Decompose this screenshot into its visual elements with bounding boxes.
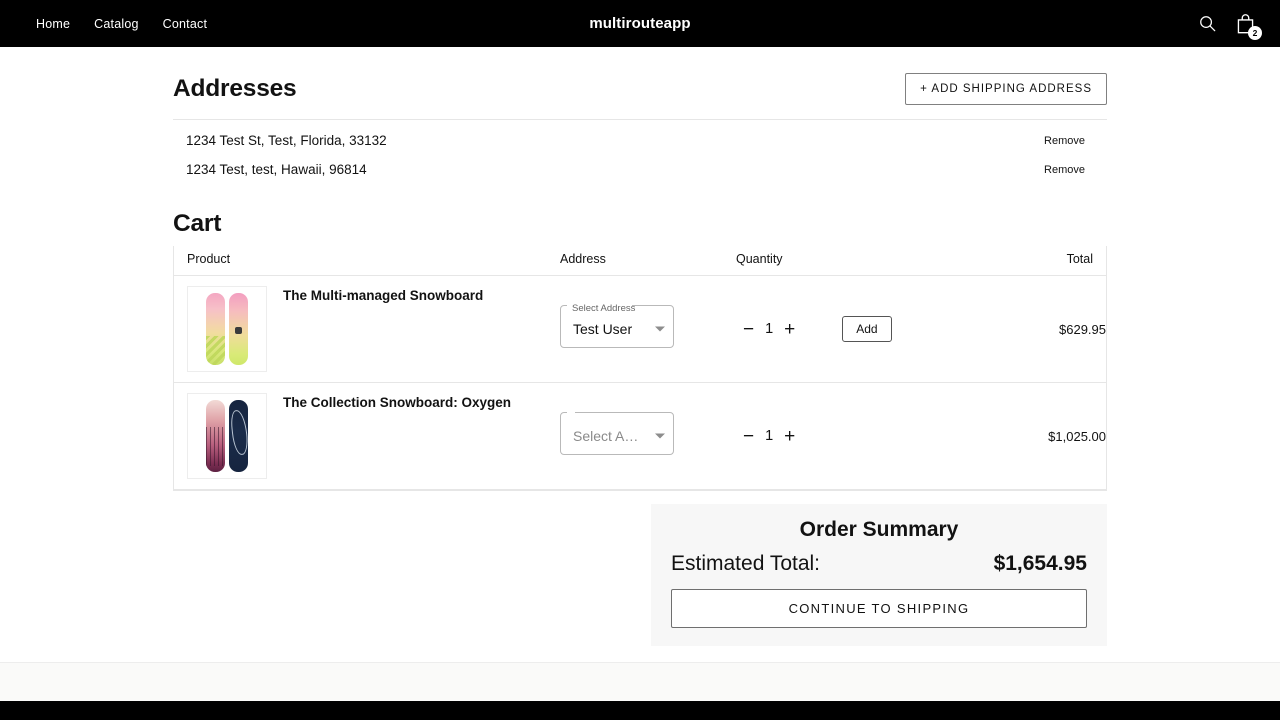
address-row: 1234 Test, test, Hawaii, 96814 Remove (173, 155, 1107, 184)
cart-table: Product Address Quantity Total The Multi… (174, 246, 1106, 490)
select-address-dropdown[interactable]: Select A… (560, 412, 674, 455)
snowboard-graphic (229, 293, 248, 365)
quantity-stepper: − 1 + (736, 427, 956, 446)
cart-table-wrapper: Product Address Quantity Total The Multi… (173, 246, 1107, 491)
order-summary-title: Order Summary (799, 518, 959, 541)
page-body: Addresses + ADD SHIPPING ADDRESS 1234 Te… (0, 47, 1280, 701)
add-shipping-address-button[interactable]: + ADD SHIPPING ADDRESS (905, 73, 1107, 105)
remove-address-button[interactable]: Remove (1044, 164, 1085, 176)
order-summary-panel: Order Summary Estimated Total: $1,654.95… (651, 504, 1107, 646)
product-cell: The Collection Snowboard: Oxygen (174, 382, 560, 490)
pre-footer-band (0, 662, 1280, 701)
table-row: The Collection Snowboard: Oxygen Select … (174, 382, 1106, 490)
snowboard-graphic (229, 400, 248, 472)
shopping-bag-icon[interactable]: 2 (1235, 13, 1262, 40)
select-address-dropdown[interactable]: Select Address Select Address Test User (560, 303, 674, 348)
order-summary-wrapper: Order Summary Estimated Total: $1,654.95… (173, 504, 1107, 646)
estimated-total-row: Estimated Total: $1,654.95 (671, 552, 1087, 576)
site-footer: Quick links Home © 2023 / Shopify, Inc. … (0, 701, 1280, 720)
line-total: $629.95 (956, 275, 1106, 383)
address-select-cell: Select A… (560, 382, 736, 490)
chevron-down-icon[interactable] (655, 326, 665, 332)
increase-quantity-button[interactable]: + (777, 320, 802, 339)
header-actions: 2 (1198, 13, 1262, 40)
table-row: The Multi-managed Snowboard Select Addre… (174, 275, 1106, 383)
nav-link-home[interactable]: Home (36, 17, 70, 31)
decrease-quantity-button[interactable]: − (736, 427, 761, 446)
addresses-list: 1234 Test St, Test, Florida, 33132 Remov… (173, 119, 1107, 184)
primary-nav: Home Catalog Contact (36, 17, 207, 31)
cart-header-row: Product Address Quantity Total (174, 246, 1106, 276)
content-container: Addresses + ADD SHIPPING ADDRESS 1234 Te… (173, 47, 1107, 646)
quantity-cell: − 1 + (736, 382, 956, 490)
remove-address-button[interactable]: Remove (1044, 135, 1085, 147)
cart-table-head: Product Address Quantity Total (174, 246, 1106, 276)
select-floating-label: Select Address (572, 303, 636, 314)
cart-count-badge: 2 (1248, 25, 1262, 40)
nav-link-contact[interactable]: Contact (163, 17, 207, 31)
nav-link-catalog[interactable]: Catalog (94, 17, 139, 31)
search-icon[interactable] (1198, 14, 1217, 33)
estimated-total-value: $1,654.95 (993, 552, 1087, 575)
product-thumbnail (187, 286, 267, 372)
continue-to-shipping-button[interactable]: CONTINUE TO SHIPPING (671, 589, 1087, 628)
add-button[interactable]: Add (842, 316, 892, 342)
product-name: The Multi-managed Snowboard (283, 288, 484, 303)
cart-title: Cart (173, 210, 222, 237)
chevron-down-icon[interactable] (655, 433, 665, 439)
quantity-cell: − 1 + Add (736, 275, 956, 383)
column-header-product: Product (174, 246, 560, 276)
line-total: $1,025.00 (956, 382, 1106, 490)
estimated-total-label: Estimated Total: (671, 552, 821, 575)
address-select-cell: Select Address Select Address Test User (560, 275, 736, 383)
product-cell: The Multi-managed Snowboard (174, 275, 560, 383)
product-thumbnail (187, 393, 267, 479)
site-header: Home Catalog Contact multirouteapp 2 (0, 0, 1280, 47)
select-value: Test User (573, 321, 633, 337)
quantity-value: 1 (765, 428, 774, 444)
product-name: The Collection Snowboard: Oxygen (283, 395, 512, 410)
column-header-total: Total (956, 246, 1106, 276)
addresses-title: Addresses (173, 75, 297, 102)
addresses-header: Addresses + ADD SHIPPING ADDRESS (173, 73, 1107, 119)
quantity-stepper: − 1 + Add (736, 316, 956, 342)
quantity-value: 1 (765, 321, 774, 337)
cart-table-body: The Multi-managed Snowboard Select Addre… (174, 275, 1106, 490)
select-value: Select A… (573, 428, 639, 444)
column-header-quantity: Quantity (736, 246, 956, 276)
snowboard-graphic (206, 400, 225, 472)
column-header-address: Address (560, 246, 736, 276)
address-text: 1234 Test, test, Hawaii, 96814 (186, 162, 367, 177)
decrease-quantity-button[interactable]: − (736, 320, 761, 339)
address-text: 1234 Test St, Test, Florida, 33132 (186, 133, 387, 148)
increase-quantity-button[interactable]: + (777, 427, 802, 446)
snowboard-graphic (206, 293, 225, 365)
address-row: 1234 Test St, Test, Florida, 33132 Remov… (173, 126, 1107, 155)
